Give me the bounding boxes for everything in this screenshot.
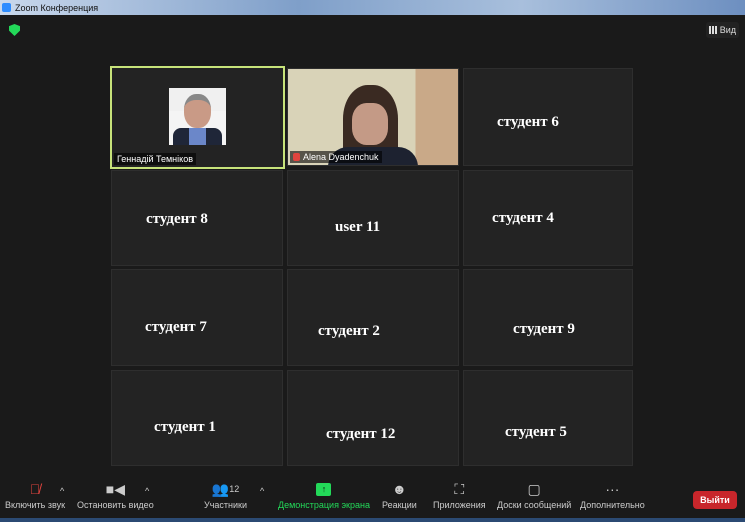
share-screen-label: Демонстрация экрана [278, 500, 370, 510]
reactions-icon: ☻ [392, 481, 407, 497]
view-button[interactable]: Вид [705, 22, 739, 38]
more-button[interactable]: ··· Дополнительно [580, 478, 645, 510]
whiteboards-button[interactable]: ▢ Доски сообщений [497, 478, 572, 511]
unmute-label: Включить звук [5, 500, 66, 510]
reactions-button[interactable]: ☻ Реакции [382, 478, 417, 510]
unmute-button[interactable]: 🎙̸ Включить звук [5, 478, 65, 510]
audio-options-chevron-up-icon[interactable]: ^ [60, 486, 64, 496]
participant-tile[interactable]: user 11 [287, 170, 459, 266]
participant-tile[interactable]: студент 6 [463, 68, 633, 166]
mic-muted-icon [293, 153, 300, 161]
grid-icon [708, 26, 717, 34]
participants-label: Участники [204, 500, 247, 510]
title-bar: Zoom Конференция [0, 0, 745, 15]
participant-name: студент 9 [513, 321, 575, 337]
participant-name: user 11 [335, 219, 381, 235]
apps-label: Приложения [433, 500, 486, 510]
participant-tile[interactable]: студент 4 [463, 170, 633, 266]
participants-chevron-up-icon[interactable]: ^ [260, 486, 264, 496]
participant-tile[interactable]: студент 12 [287, 370, 459, 466]
participant-name-tag: Alena Dyadenchuk [290, 151, 382, 163]
video-camera-icon: ■◀ [105, 480, 125, 497]
window-title: Zoom Конференция [15, 2, 99, 13]
participant-tile[interactable]: студент 1 [111, 370, 283, 466]
stop-video-button[interactable]: ■◀ Остановить видео [77, 478, 154, 511]
participant-tile[interactable]: студент 7 [111, 269, 283, 366]
share-screen-icon: ↑ [316, 482, 332, 496]
taskbar [0, 518, 745, 522]
participant-tile[interactable]: студент 2 [287, 269, 459, 366]
zoom-app-icon [2, 3, 11, 12]
view-label: Вид [719, 25, 736, 35]
participant-name: студент 12 [326, 426, 396, 442]
participant-name: студент 1 [154, 419, 216, 435]
security-shield-icon[interactable] [9, 24, 20, 36]
participant-name: студент 8 [146, 211, 208, 227]
apps-button[interactable]: ⛶ Приложения [433, 478, 486, 511]
participants-count: 12 [229, 484, 240, 494]
stop-video-label: Остановить видео [77, 500, 154, 510]
participant-name: студент 6 [497, 114, 559, 130]
leave-button[interactable]: Выйти [693, 491, 737, 509]
participant-tile[interactable]: Геннадій Темніков [110, 66, 285, 169]
participants-icon: 👥 [211, 480, 230, 497]
participant-name: Alena Dyadenchuk [303, 152, 379, 162]
whiteboards-label: Доски сообщений [497, 500, 572, 510]
participant-tile[interactable]: студент 8 [111, 170, 283, 266]
participant-name-tag: Геннадій Темніков [114, 153, 196, 165]
video-options-chevron-up-icon[interactable]: ^ [145, 486, 149, 496]
participant-name: студент 5 [505, 424, 567, 440]
participant-name: студент 4 [492, 210, 554, 226]
share-screen-button[interactable]: ↑ Демонстрация экрана [278, 478, 370, 510]
participant-tile[interactable]: Alena Dyadenchuk [287, 68, 459, 166]
participant-name: Геннадій Темніков [117, 154, 193, 164]
more-dots-icon: ··· [605, 481, 620, 497]
apps-icon: ⛶ [454, 480, 465, 497]
participant-name: студент 2 [318, 323, 380, 339]
participant-tile[interactable]: студент 5 [463, 370, 633, 466]
meeting-toolbar: 🎙̸ Включить звук ^ ■◀ Остановить видео ^ 👥… [0, 478, 745, 518]
participant-tile[interactable]: студент 9 [463, 269, 633, 366]
more-label: Дополнительно [580, 500, 645, 510]
participant-name: студент 7 [145, 319, 207, 335]
reactions-label: Реакции [382, 500, 417, 510]
participants-icon-group: 👥 12 [212, 478, 239, 500]
whiteboard-icon: ▢ [527, 480, 541, 497]
participants-button[interactable]: 👥 12 Участники [204, 478, 247, 511]
participant-photo [169, 88, 226, 145]
mic-muted-icon: 🎙̸ [29, 481, 41, 497]
